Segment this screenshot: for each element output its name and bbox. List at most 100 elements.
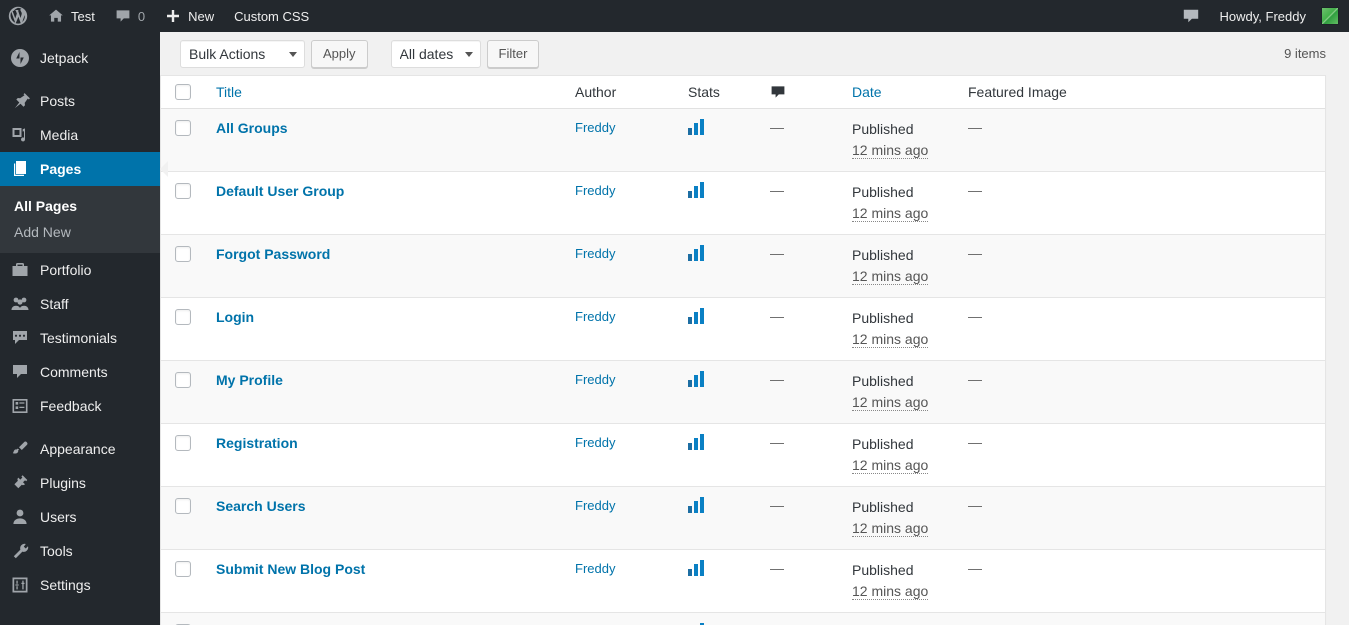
stats-bar-icon[interactable]: [688, 434, 750, 453]
sidebar-item-media[interactable]: Media: [0, 118, 160, 152]
row-title-link[interactable]: Registration: [216, 435, 298, 451]
date-filter-wrap: All dates: [390, 39, 481, 68]
stats-bar-icon[interactable]: [688, 119, 750, 138]
stats-bar-icon[interactable]: [688, 560, 750, 579]
my-account-menu[interactable]: Howdy, Freddy: [1210, 0, 1349, 32]
date-filter-select[interactable]: All dates: [390, 39, 481, 68]
row-author-link[interactable]: Freddy: [575, 435, 615, 450]
row-author-link[interactable]: Freddy: [575, 120, 615, 135]
row-author-link[interactable]: Freddy: [575, 498, 615, 513]
sliders-icon: [10, 575, 40, 595]
stats-bar-icon[interactable]: [688, 371, 750, 390]
row-checkbox[interactable]: [175, 183, 191, 199]
row-date-status: Published: [852, 121, 914, 137]
row-title-link[interactable]: Login: [216, 309, 254, 325]
stats-bar-icon[interactable]: [688, 182, 750, 201]
row-title-cell: Search Users: [205, 486, 565, 549]
sidebar-subitem-add-new[interactable]: Add New: [0, 219, 160, 245]
row-stats-cell: [678, 297, 760, 360]
row-date-cell: Published 12 mins ago: [842, 360, 958, 423]
row-author-link[interactable]: Freddy: [575, 561, 615, 576]
sidebar-item-portfolio[interactable]: Portfolio: [0, 253, 160, 287]
row-date-relative: 12 mins ago: [852, 520, 929, 537]
row-comments-cell: —: [760, 612, 842, 625]
row-checkbox[interactable]: [175, 309, 191, 325]
column-date: Date: [842, 76, 958, 109]
row-featured-image-cell: —: [958, 486, 1325, 549]
row-featured-image-cell: —: [958, 109, 1325, 171]
apply-button[interactable]: Apply: [311, 39, 368, 68]
sidebar-item-jetpack[interactable]: Jetpack: [0, 41, 160, 75]
row-author-link[interactable]: Freddy: [575, 309, 615, 324]
sidebar-item-posts[interactable]: Posts: [0, 84, 160, 118]
row-checkbox[interactable]: [175, 246, 191, 262]
select-all-checkbox[interactable]: [175, 84, 191, 100]
row-comments-value: —: [770, 371, 784, 387]
row-date-cell: Published 12 mins ago: [842, 171, 958, 234]
notifications-menu[interactable]: [1172, 0, 1210, 32]
row-title-link[interactable]: Default User Group: [216, 183, 344, 199]
site-name-label: Test: [71, 8, 95, 24]
sidebar-item-staff-label: Staff: [40, 296, 69, 312]
row-featured-image-cell: —: [958, 549, 1325, 612]
row-checkbox[interactable]: [175, 372, 191, 388]
row-date-relative: 12 mins ago: [852, 331, 929, 348]
sidebar-item-staff[interactable]: Staff: [0, 287, 160, 321]
sidebar-item-settings[interactable]: Settings: [0, 568, 160, 602]
row-featured-image-value: —: [968, 434, 982, 450]
new-content-menu[interactable]: New: [155, 0, 224, 32]
row-date-relative: 12 mins ago: [852, 205, 929, 222]
row-checkbox[interactable]: [175, 561, 191, 577]
sidebar-item-plugins[interactable]: Plugins: [0, 466, 160, 500]
sidebar-item-feedback[interactable]: Feedback: [0, 389, 160, 423]
howdy-label: Howdy, Freddy: [1219, 8, 1306, 24]
row-comments-cell: —: [760, 549, 842, 612]
row-author-cell: Freddy: [565, 109, 678, 171]
row-author-link[interactable]: Freddy: [575, 183, 615, 198]
row-date-status: Published: [852, 373, 914, 389]
sidebar-subitem-all-pages[interactable]: All Pages: [0, 193, 160, 219]
sidebar-item-comments[interactable]: Comments: [0, 355, 160, 389]
sort-by-date[interactable]: Date: [852, 84, 882, 100]
sidebar-item-testimonials[interactable]: Testimonials: [0, 321, 160, 355]
stats-bar-icon[interactable]: [688, 497, 750, 516]
bulk-actions-select[interactable]: Bulk ActionsEditMove to Trash: [180, 39, 305, 68]
row-comments-cell: —: [760, 486, 842, 549]
column-comments: [760, 76, 842, 109]
sidebar-item-tools[interactable]: Tools: [0, 534, 160, 568]
row-date-cell: Published 12 mins ago: [842, 423, 958, 486]
row-date-cell: Published 12 mins ago: [842, 486, 958, 549]
row-author-link[interactable]: Freddy: [575, 246, 615, 261]
row-comments-value: —: [770, 434, 784, 450]
site-name-menu[interactable]: Test: [38, 0, 105, 32]
sidebar-item-appearance[interactable]: Appearance: [0, 432, 160, 466]
comments-count: 0: [137, 8, 146, 24]
row-checkbox[interactable]: [175, 435, 191, 451]
comments-menu[interactable]: 0: [105, 0, 155, 32]
row-date-status: Published: [852, 436, 914, 452]
custom-css-menu[interactable]: Custom CSS: [224, 0, 319, 32]
wp-logo-menu[interactable]: [0, 0, 38, 32]
stats-bar-icon[interactable]: [688, 245, 750, 264]
sidebar-item-pages[interactable]: Pages: [0, 152, 168, 186]
row-author-cell: Freddy: [565, 486, 678, 549]
row-title-link[interactable]: My Profile: [216, 372, 283, 388]
row-title-link[interactable]: Search Users: [216, 498, 306, 514]
sidebar-item-users[interactable]: Users: [0, 500, 160, 534]
filter-button[interactable]: Filter: [486, 39, 540, 68]
row-title-link[interactable]: All Groups: [216, 120, 288, 136]
stats-bar-icon[interactable]: [688, 308, 750, 327]
sort-by-title[interactable]: Title: [216, 84, 242, 100]
row-checkbox[interactable]: [175, 120, 191, 136]
row-date-status: Published: [852, 247, 914, 263]
row-checkbox[interactable]: [175, 498, 191, 514]
admin-sidebar: Jetpack Posts Media Pages All Pages Add New Po…: [0, 32, 168, 625]
row-date-relative: 12 mins ago: [852, 457, 929, 474]
media-icon: [10, 125, 40, 145]
feedback-icon: [10, 396, 40, 416]
row-author-link[interactable]: Freddy: [575, 372, 615, 387]
table-row: Default User Group Freddy — Published 12 min…: [161, 171, 1325, 234]
sidebar-item-tools-label: Tools: [40, 543, 73, 559]
row-title-link[interactable]: Submit New Blog Post: [216, 561, 365, 577]
row-title-link[interactable]: Forgot Password: [216, 246, 330, 262]
